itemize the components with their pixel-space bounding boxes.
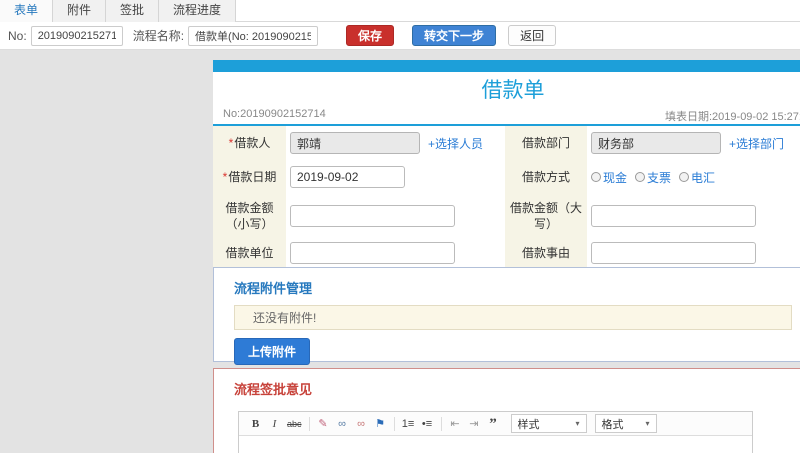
link-icon[interactable]: ∞: [336, 413, 349, 435]
chevron-down-icon: ▾: [575, 419, 580, 428]
toolbar-separator: [393, 416, 395, 431]
loan-method-label-text: 借款方式: [521, 170, 570, 184]
numbered-list-icon[interactable]: 1≡: [402, 413, 415, 435]
editor-toolbar-icons: B Iabc ✎ ∞ ∞ ⚑ 1≡ •≡ ⇤ ⇥ ”: [246, 413, 503, 435]
loan-method-cell: 现金 支票 电汇: [587, 160, 800, 194]
borrower-input[interactable]: [290, 132, 420, 154]
loan-reason-label-text: 借款事由: [521, 246, 570, 260]
loan-date-cell: [286, 160, 505, 194]
loan-method-label: 借款方式: [505, 160, 587, 194]
flow-name-label: 流程名称:: [132, 29, 185, 43]
style-dropdown-label: 样式: [517, 418, 540, 431]
format-dropdown[interactable]: 格式 ▾: [594, 414, 657, 433]
fill-date: 填表日期:2019-09-02 15:27:1: [665, 111, 800, 123]
loan-date-label: * 借款日期: [213, 160, 286, 194]
loan-unit-label-text: 借款单位: [225, 246, 274, 260]
amount-lower-input[interactable]: [290, 205, 455, 227]
department-cell: +选择部门: [587, 126, 800, 160]
outdent-icon[interactable]: ⇤: [449, 413, 462, 435]
select-person-link[interactable]: +选择人员: [428, 135, 483, 152]
unlink-icon[interactable]: ∞: [355, 413, 368, 435]
loan-unit-label: 借款单位: [213, 238, 286, 268]
style-dropdown[interactable]: 样式 ▾: [510, 414, 587, 433]
loan-reason-input[interactable]: [591, 242, 756, 264]
command-bar: No: 流程名称: 保存 转交下一步 返回: [0, 22, 800, 50]
amount-upper-label: 借款金额（大写）: [505, 194, 587, 238]
attachment-section-title: 流程附件管理: [234, 281, 313, 296]
no-label: No:: [8, 28, 27, 43]
loan-unit-cell: [286, 238, 505, 268]
radio-cash[interactable]: 现金: [591, 169, 627, 186]
tab-form[interactable]: 表单: [0, 0, 54, 22]
editor-toolbar: B Iabc ✎ ∞ ∞ ⚑ 1≡ •≡ ⇤ ⇥ ” 样式 ▾ 格式 ▾: [239, 412, 752, 436]
toolbar-separator: [440, 416, 442, 431]
amount-lower-label-text: 借款金额（小写）: [225, 201, 274, 231]
required-marker: *: [228, 136, 234, 150]
format-dropdown-label: 格式: [601, 418, 624, 431]
back-button[interactable]: 返回: [508, 25, 557, 46]
amount-lower-cell: [286, 194, 505, 238]
radio-circle-icon: [591, 172, 601, 182]
required-marker: *: [222, 170, 228, 184]
loan-form-table: *借款人 +选择人员 借款部门 +选择部门 *借款日期 借款方式 现金: [213, 124, 800, 273]
borrower-label: * 借款人: [213, 126, 286, 160]
chevron-down-icon: ▾: [645, 419, 650, 428]
amount-lower-label: 借款金额（小写）: [213, 194, 286, 238]
amount-upper-label-text: 借款金额（大写）: [510, 201, 583, 231]
doc-number: No:20190902152714: [223, 108, 326, 120]
approval-editor: B Iabc ✎ ∞ ∞ ⚑ 1≡ •≡ ⇤ ⇥ ” 样式 ▾ 格式 ▾: [238, 411, 753, 453]
remove-format-icon[interactable]: ✎: [317, 413, 330, 435]
attachment-section: 流程附件管理 还没有附件! 上传附件: [213, 267, 800, 365]
tab-attachments[interactable]: 附件: [53, 0, 107, 22]
radio-circle-icon: [679, 172, 690, 182]
loan-reason-cell: [587, 238, 800, 268]
editor-content[interactable]: [239, 436, 752, 453]
loan-unit-input[interactable]: [290, 242, 455, 264]
upload-attachment-button[interactable]: 上传附件: [234, 338, 311, 365]
doc-meta: No:20190902152714 填表日期:2019-09-02 15:27:…: [213, 106, 800, 124]
department-input[interactable]: [591, 132, 721, 154]
tab-process-progress[interactable]: 流程进度: [159, 0, 237, 22]
radio-cheque-label: 支票: [647, 170, 672, 185]
radio-cash-label: 现金: [603, 170, 628, 185]
approval-section-title: 流程签批意见: [234, 382, 313, 397]
flow-name-input[interactable]: [188, 25, 319, 46]
department-label: 借款部门: [505, 126, 587, 160]
blockquote-icon[interactable]: ”: [487, 413, 500, 435]
radio-circle-icon: [635, 172, 646, 182]
indent-icon[interactable]: ⇥: [468, 413, 481, 435]
loan-date-input[interactable]: [290, 166, 405, 188]
select-department-link[interactable]: +选择部门: [729, 135, 784, 152]
strikethrough-icon[interactable]: abc: [287, 413, 302, 435]
department-label-text: 借款部门: [521, 136, 570, 150]
italic-icon[interactable]: I: [268, 413, 281, 435]
borrower-label-text: 借款人: [234, 136, 271, 150]
loan-date-label-text: 借款日期: [228, 170, 277, 184]
next-step-button[interactable]: 转交下一步: [412, 25, 497, 46]
page-title: 借款单: [481, 79, 545, 102]
radio-wire-transfer[interactable]: 电汇: [679, 169, 715, 186]
approval-section: 流程签批意见 B Iabc ✎ ∞ ∞ ⚑ 1≡ •≡ ⇤ ⇥ ” 样式 ▾ 格式 ▾: [213, 368, 800, 453]
no-input[interactable]: [30, 25, 123, 46]
bold-icon[interactable]: B: [249, 413, 262, 435]
header-accent-bar: [213, 60, 800, 72]
toolbar-separator: [308, 416, 310, 431]
bullet-list-icon[interactable]: •≡: [421, 413, 434, 435]
radio-cheque[interactable]: 支票: [635, 169, 671, 186]
amount-upper-cell: [587, 194, 800, 238]
loan-reason-label: 借款事由: [505, 238, 587, 268]
no-attachments-message: 还没有附件!: [234, 305, 792, 330]
radio-wire-transfer-label: 电汇: [691, 170, 716, 185]
amount-upper-input[interactable]: [591, 205, 756, 227]
anchor-icon[interactable]: ⚑: [374, 413, 387, 435]
save-button[interactable]: 保存: [346, 25, 395, 46]
borrower-cell: +选择人员: [286, 126, 505, 160]
loan-form-card: 借款单 No:20190902152714 填表日期:2019-09-02 15…: [213, 60, 800, 273]
tab-bar: 表单 附件 签批 流程进度: [0, 0, 800, 22]
tab-approval[interactable]: 签批: [106, 0, 160, 22]
